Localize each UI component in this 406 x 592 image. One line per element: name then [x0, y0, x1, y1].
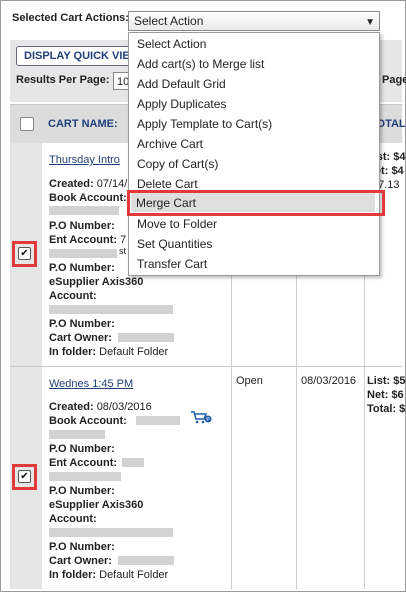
select-all-checkbox[interactable]	[20, 117, 34, 131]
checkmark-icon: ✔	[20, 471, 29, 482]
account-label: Account:	[49, 513, 97, 525]
row-divider	[10, 366, 402, 367]
redacted-value	[136, 416, 180, 425]
folder-value: Default Folder	[99, 569, 169, 581]
ent-account-field: Ent Account: 7	[49, 234, 126, 246]
folder-value: Default Folder	[99, 346, 169, 358]
cart-name-header: CART NAME:	[48, 118, 118, 130]
menu-item-transfer-cart[interactable]: Transfer Cart	[137, 254, 207, 274]
folder-field: In folder: Default Folder	[49, 346, 168, 358]
list-price: List: $5	[367, 375, 406, 387]
cart-owner-label: Cart Owner:	[49, 332, 112, 344]
redacted-value	[49, 430, 105, 439]
po-number-label: P.O Number:	[49, 541, 115, 553]
net-price: Net: $6	[367, 389, 404, 401]
menu-item-move-to-folder[interactable]: Move to Folder	[137, 214, 217, 234]
menu-item-add-to-merge-list[interactable]: Add cart(s) to Merge list	[137, 54, 264, 74]
created-field: Created: 08/03/2016	[49, 401, 152, 413]
folder-label: In folder:	[49, 346, 97, 358]
row-checkbox[interactable]: ✔	[18, 247, 31, 260]
ent-account-label: Ent Account:	[49, 234, 118, 246]
cart-date: 08/03/2016	[301, 375, 357, 387]
redacted-value	[118, 556, 174, 565]
account-label: Account:	[49, 290, 97, 302]
menu-item-set-quantities[interactable]: Set Quantities	[137, 234, 212, 254]
cart-name-link[interactable]: Thursday Intro	[49, 154, 120, 166]
esupplier-label: eSupplier Axis360	[49, 499, 144, 511]
row-checkbox[interactable]: ✔	[18, 470, 31, 483]
menu-item-add-default-grid[interactable]: Add Default Grid	[137, 74, 226, 94]
po-number-label: P.O Number:	[49, 220, 115, 232]
ent-account-label: Ent Account:	[49, 457, 118, 469]
book-account-label: Book Account:	[49, 415, 127, 427]
menu-item-apply-template[interactable]: Apply Template to Cart(s)	[137, 114, 272, 134]
po-number-label: P.O Number:	[49, 318, 115, 330]
results-per-page-label: Results Per Page:	[16, 74, 110, 86]
cart-owner-label: Cart Owner:	[49, 555, 112, 567]
esupplier-label: eSupplier Axis360	[49, 276, 144, 288]
redacted-value	[122, 458, 144, 467]
redacted-value	[49, 206, 119, 215]
cart-actions-select[interactable]: Select Action ▼	[128, 11, 380, 31]
merge-cart-highlight	[127, 190, 385, 216]
redacted-value	[49, 528, 173, 537]
cart-status: Open	[236, 375, 263, 387]
menu-item-archive-cart[interactable]: Archive Cart	[137, 134, 203, 154]
menu-item-select-action[interactable]: Select Action	[137, 34, 206, 54]
ent-account-value: 7	[120, 234, 127, 246]
created-label: Created:	[49, 178, 94, 190]
ent-account-suffix: st	[119, 246, 127, 256]
display-quick-view-button[interactable]: DISPLAY QUICK VIEW	[16, 46, 134, 66]
checkmark-icon: ✔	[20, 248, 29, 259]
cart-actions-dropdown-menu: Select Action Add cart(s) to Merge list …	[128, 32, 380, 276]
shopping-cart-icon[interactable]: P	[190, 410, 212, 424]
redacted-value	[49, 249, 117, 258]
selected-cart-actions-label: Selected Cart Actions:	[12, 12, 129, 24]
po-number-label: P.O Number:	[49, 443, 115, 455]
cart-name-link[interactable]: Wednes 1:45 PM	[49, 378, 133, 390]
cart-actions-selected-value: Select Action	[134, 14, 204, 28]
redacted-value	[118, 333, 174, 342]
created-value: 08/03/2016	[96, 401, 152, 413]
folder-field: In folder: Default Folder	[49, 569, 168, 581]
book-account-label: Book Account:	[49, 192, 127, 204]
created-label: Created:	[49, 401, 94, 413]
po-number-label: P.O Number:	[49, 485, 115, 497]
chevron-down-icon: ▼	[365, 17, 375, 28]
folder-label: In folder:	[49, 569, 97, 581]
menu-item-apply-duplicates[interactable]: Apply Duplicates	[137, 94, 226, 114]
po-number-label: P.O Number:	[49, 262, 115, 274]
menu-item-copy-carts[interactable]: Copy of Cart(s)	[137, 154, 218, 174]
page-label: Page	[382, 74, 406, 86]
redacted-value	[49, 305, 173, 314]
total-price: Total: $	[367, 403, 406, 415]
redacted-value	[49, 472, 121, 481]
